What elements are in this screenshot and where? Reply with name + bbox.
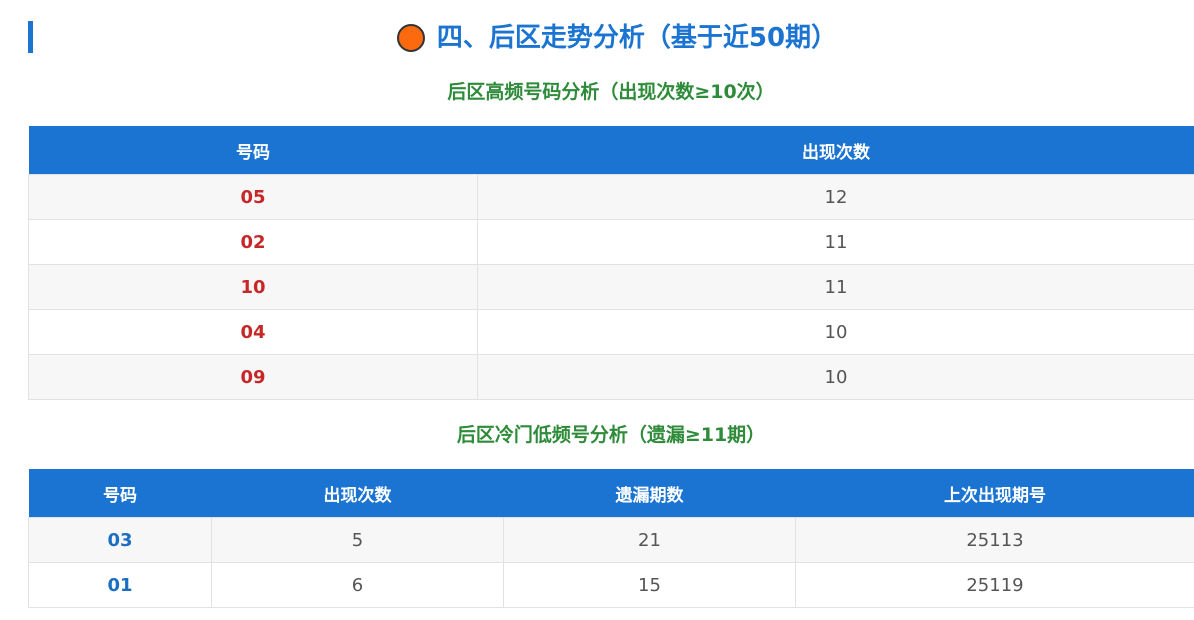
count-cell: 11 (477, 264, 1194, 310)
count-cell: 5 (211, 517, 504, 563)
hot-numbers-table: 号码 出现次数 05 12 02 11 10 11 04 10 09 10 (28, 126, 1194, 400)
number-cell: 09 (28, 354, 478, 400)
header-number: 号码 (28, 126, 478, 175)
hot-numbers-title: 后区高频号码分析（出现次数≥10次） (447, 81, 775, 103)
number-cell: 10 (28, 264, 478, 310)
table-row: 10 11 (28, 264, 1194, 310)
cold-numbers-table: 号码 出现次数 遗漏期数 上次出现期号 03 5 21 25113 01 6 1… (28, 469, 1194, 608)
count-cell: 6 (211, 562, 504, 608)
number-cell: 02 (28, 219, 478, 265)
table-row: 02 11 (28, 219, 1194, 265)
last-issue-cell: 25113 (795, 517, 1194, 563)
count-cell: 10 (477, 309, 1194, 355)
header-last-issue: 上次出现期号 (795, 469, 1194, 518)
section-title: 四、后区走势分析（基于近50期） (0, 18, 1194, 58)
table-row: 04 10 (28, 309, 1194, 355)
last-issue-cell: 25119 (795, 562, 1194, 608)
number-cell: 04 (28, 309, 478, 355)
header-missed: 遗漏期数 (503, 469, 796, 518)
table-row: 05 12 (28, 174, 1194, 220)
missed-cell: 15 (503, 562, 796, 608)
number-cell: 05 (28, 174, 478, 220)
table-row: 03 5 21 25113 (28, 517, 1194, 563)
count-cell: 12 (477, 174, 1194, 220)
missed-cell: 21 (503, 517, 796, 563)
orange-dot-icon (396, 24, 425, 52)
header-number: 号码 (28, 469, 212, 518)
count-cell: 11 (477, 219, 1194, 265)
table-header-row: 号码 出现次数 (28, 126, 1194, 175)
table-row: 01 6 15 25119 (28, 562, 1194, 608)
cold-numbers-title: 后区冷门低频号分析（遗漏≥11期） (456, 424, 766, 446)
header-count: 出现次数 (477, 126, 1194, 175)
table-row: 09 10 (28, 354, 1194, 400)
number-cell: 01 (28, 562, 212, 608)
count-cell: 10 (477, 354, 1194, 400)
section-title-text: 四、后区走势分析（基于近50期） (436, 23, 838, 53)
number-cell: 03 (28, 517, 212, 563)
table-header-row: 号码 出现次数 遗漏期数 上次出现期号 (28, 469, 1194, 518)
header-count: 出现次数 (211, 469, 504, 518)
